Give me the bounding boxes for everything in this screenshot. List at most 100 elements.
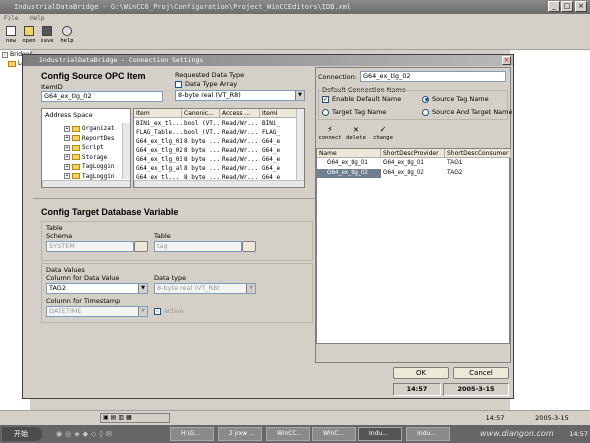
maximize-button[interactable]: □ <box>561 1 573 12</box>
table-cell: G64_e <box>262 156 281 163</box>
datatype-select[interactable]: 8-byte real (VT_R8) ▼ <box>154 283 256 294</box>
dialog-close-button[interactable]: × <box>502 56 511 65</box>
target-tag-radio[interactable]: Target Tag Name <box>322 108 386 116</box>
column-select[interactable]: TAG2 ▼ <box>46 283 148 294</box>
schema-input[interactable]: SYSTEM <box>46 241 134 252</box>
folder-item[interactable]: + Organizat <box>64 124 115 134</box>
task-button[interactable]: H:\G... <box>170 427 214 441</box>
table-cell: Read/Wr... <box>222 156 259 163</box>
horizontal-scrollbar[interactable] <box>42 180 130 187</box>
table-cell: G64_e <box>262 147 281 154</box>
table-row[interactable]: G64_ex_tlg_03 8 byte ... Read/Wr... G64_e <box>134 155 298 164</box>
column-header-consumer[interactable]: ShortDescConsumer <box>445 149 511 158</box>
close-button[interactable]: × <box>575 1 587 12</box>
horizontal-scrollbar[interactable] <box>134 180 304 187</box>
table-cell: Read/Wr... <box>222 165 259 172</box>
type-array-checkbox[interactable]: Data Type Array <box>175 80 237 88</box>
main-status-time: 14:57 <box>485 414 505 422</box>
checkbox-icon <box>175 80 182 88</box>
task-button[interactable]: Indu... <box>406 427 450 441</box>
new-button[interactable]: new <box>2 26 20 44</box>
connection-list: Name ShortDescProvider ShortDescConsumer… <box>316 148 511 344</box>
delete-icon: ✕ <box>353 125 359 135</box>
task-button-active[interactable]: Indu... <box>358 427 402 441</box>
active-checkbox[interactable]: ✓ active <box>154 307 184 315</box>
task-button[interactable]: WinCC... <box>266 427 310 441</box>
table-row[interactable]: FLAG_Table... bool (VT... Read/Wr... FLAG_ <box>134 128 298 137</box>
table-cell: Read/Wr... <box>222 129 259 136</box>
connection-row[interactable]: G64_ex_tlg_02 G64_ex_tlg_02 TAG2 <box>317 169 511 179</box>
address-space-label: Address Space <box>45 111 93 119</box>
menu-file[interactable]: File <box>4 15 18 22</box>
table-group: Table Schema SYSTEM Table tag <box>41 221 313 261</box>
chevron-down-icon: ▼ <box>246 284 255 293</box>
requested-type-select[interactable]: 8-byte real (VT_R8) ▼ <box>175 90 305 101</box>
column-header-provider[interactable]: ShortDescProvider <box>381 149 445 158</box>
column-header-name[interactable]: Name <box>317 149 381 158</box>
help-button[interactable]: help <box>58 26 76 44</box>
main-content-area <box>510 50 590 410</box>
item-list-panel: Item Canonic... Access ... ItemI BINi_ex… <box>133 108 305 188</box>
radio-icon <box>422 108 429 116</box>
checkbox-icon: ✓ <box>322 95 329 103</box>
connect-icon: ⚡ <box>327 125 333 135</box>
window-title: IndustrialDataBridge - G:\WinCC6_Proj\Co… <box>0 0 590 14</box>
connection-row[interactable]: G64_ex_tlg_01 G64_ex_tlg_01 TAG1 <box>317 159 511 169</box>
radio-selected-icon <box>422 95 429 103</box>
save-icon <box>42 26 52 36</box>
table-browse-button[interactable] <box>242 241 256 252</box>
vertical-scrollbar[interactable] <box>296 109 304 181</box>
radio-icon <box>322 108 329 116</box>
schema-browse-button[interactable] <box>134 241 148 252</box>
itemid-input[interactable]: G64_ex_tlg_02 <box>41 91 163 102</box>
timestamp-select[interactable]: DATETIME ▼ <box>46 306 148 317</box>
chevron-down-icon: ▼ <box>138 284 147 293</box>
task-button[interactable]: 2 jrxw ... <box>218 427 262 441</box>
divider <box>33 198 315 199</box>
open-button[interactable]: open <box>20 26 38 44</box>
table-cell: 8 byte ... <box>184 147 220 154</box>
item-rows: BINi_ex_tl... bool (VT... Read/Wr... BINi_ F… <box>134 119 298 182</box>
column-header-access[interactable]: Access ... <box>220 109 260 118</box>
minimize-button[interactable]: _ <box>548 1 560 12</box>
quick-launch-icons[interactable]: ◉◎◈◆◇◊✉ <box>56 429 166 439</box>
folder-item[interactable]: + Storage <box>64 153 115 163</box>
start-button[interactable]: 开始 <box>2 427 42 441</box>
folder-item[interactable]: + TagLoggin <box>64 162 115 172</box>
menu-help[interactable]: Help <box>30 15 44 22</box>
chevron-down-icon: ▼ <box>138 307 147 316</box>
change-button[interactable]: ✓ change <box>370 125 396 141</box>
vertical-scrollbar[interactable] <box>122 123 130 179</box>
checkbox-icon: ✓ <box>154 307 161 315</box>
folder-item[interactable]: + Script <box>64 143 115 153</box>
table-cell: BINi_ex_tl... <box>136 120 182 127</box>
folder-icon <box>72 125 80 132</box>
source-and-target-radio[interactable]: Source And Target Name <box>422 108 513 116</box>
table-cell: 8 byte ... <box>184 165 220 172</box>
enable-default-checkbox[interactable]: ✓ Enable Default Name <box>322 95 401 103</box>
cancel-button[interactable]: Cancel <box>453 367 509 379</box>
connection-cell: G64_ex_tlg_02 <box>383 170 424 176</box>
column-header-itemid[interactable]: ItemI <box>260 109 298 118</box>
table-input[interactable]: tag <box>154 241 242 252</box>
column-label: Column for Data Value <box>46 274 120 282</box>
folder-item[interactable]: + ReportDes <box>64 134 115 144</box>
connection-input[interactable]: G64_ex_tlg_02 <box>360 71 506 82</box>
table-row[interactable]: G64_ex_tlg_al 8 byte ... Read/Wr... G64_e <box>134 164 298 173</box>
datatype-label: Data type <box>154 274 187 282</box>
table-row[interactable]: BINi_ex_tl... bool (VT... Read/Wr... BINi_ <box>134 119 298 128</box>
task-button[interactable]: WinC... <box>312 427 356 441</box>
table-row[interactable]: G64_ex_tlg_02 8 byte ... Read/Wr... G64_e <box>134 146 298 155</box>
column-header-canonical[interactable]: Canonic... <box>182 109 220 118</box>
save-button[interactable]: save <box>38 26 56 44</box>
itemid-label: ItemID <box>41 83 63 91</box>
schema-label: Schema <box>46 232 73 240</box>
column-header-item[interactable]: Item <box>134 109 182 118</box>
table-cell: Read/Wr... <box>222 138 259 145</box>
ok-button[interactable]: OK <box>393 367 449 379</box>
source-tag-radio[interactable]: Source Tag Name <box>422 95 489 103</box>
table-cell: FLAG_ <box>262 129 281 136</box>
delete-button[interactable]: ✕ delete <box>344 125 368 141</box>
connect-button[interactable]: ⚡ connect <box>318 125 342 141</box>
table-row[interactable]: G64_ex_tlg_01 8 byte ... Read/Wr... G64_e <box>134 137 298 146</box>
